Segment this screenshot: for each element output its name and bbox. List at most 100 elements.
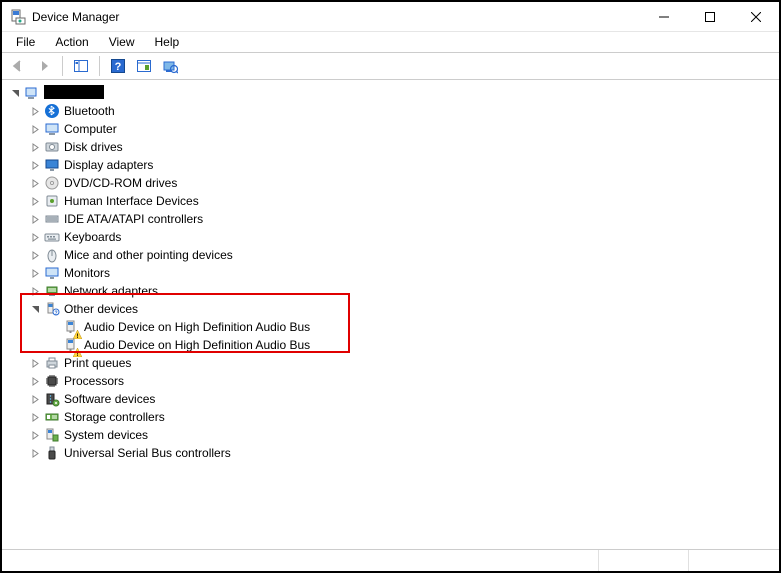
tree-category-display-adapters[interactable]: Display adapters bbox=[28, 156, 159, 174]
expand-toggle[interactable] bbox=[28, 230, 42, 244]
tree-category-bluetooth[interactable]: Bluetooth bbox=[28, 102, 121, 120]
status-pane bbox=[689, 550, 779, 571]
tree-category-dvd-cd-rom-drives[interactable]: DVD/CD-ROM drives bbox=[28, 174, 183, 192]
expand-toggle[interactable] bbox=[28, 428, 42, 442]
collapse-toggle[interactable] bbox=[28, 302, 42, 316]
expand-toggle[interactable] bbox=[28, 248, 42, 262]
expand-toggle[interactable] bbox=[28, 122, 42, 136]
tree-node-label: Keyboards bbox=[64, 230, 121, 244]
tree-category-ide-ata-atapi-controllers[interactable]: IDE ATA/ATAPI controllers bbox=[28, 210, 209, 228]
bluetooth-icon bbox=[44, 103, 60, 119]
processor-icon bbox=[44, 373, 60, 389]
storage-icon bbox=[44, 409, 60, 425]
menu-help[interactable]: Help bbox=[147, 33, 188, 51]
tree-node-label: Processors bbox=[64, 374, 124, 388]
statusbar bbox=[2, 549, 779, 571]
unknown-warn-icon: ! bbox=[64, 337, 80, 353]
titlebar: Device Manager bbox=[2, 2, 779, 32]
device-tree-pane[interactable]: Bluetooth Computer Disk drivesDisplay adap… bbox=[2, 80, 779, 549]
printer-icon bbox=[44, 355, 60, 371]
tree-node-label: Computer bbox=[64, 122, 117, 136]
toolbar: ? bbox=[2, 52, 779, 80]
maximize-button[interactable] bbox=[687, 2, 733, 32]
back-button[interactable] bbox=[6, 54, 30, 78]
keyboard-icon bbox=[44, 229, 60, 245]
show-hide-tree-button[interactable] bbox=[69, 54, 93, 78]
expand-toggle[interactable] bbox=[28, 176, 42, 190]
tree-node-label bbox=[44, 85, 104, 102]
expand-toggle[interactable] bbox=[28, 104, 42, 118]
tree-category-universal-serial-bus-controllers[interactable]: Universal Serial Bus controllers bbox=[28, 444, 237, 462]
expand-toggle[interactable] bbox=[28, 356, 42, 370]
expand-toggle[interactable] bbox=[28, 374, 42, 388]
tree-node-label: Audio Device on High Definition Audio Bu… bbox=[84, 338, 310, 352]
app-icon bbox=[10, 9, 26, 25]
usb-icon bbox=[44, 445, 60, 461]
tree-category-processors[interactable]: Processors bbox=[28, 372, 130, 390]
ide-icon bbox=[44, 211, 60, 227]
monitor-icon bbox=[44, 265, 60, 281]
tree-node-label: System devices bbox=[64, 428, 148, 442]
tree-node-label: Audio Device on High Definition Audio Bu… bbox=[84, 320, 310, 334]
menu-view[interactable]: View bbox=[101, 33, 143, 51]
tree-category-print-queues[interactable]: Print queues bbox=[28, 354, 137, 372]
tree-category-monitors[interactable]: Monitors bbox=[28, 264, 116, 282]
menu-file[interactable]: File bbox=[8, 33, 43, 51]
computer-root-icon bbox=[24, 85, 40, 101]
tree-category-computer[interactable]: Computer bbox=[28, 120, 123, 138]
tree-node-label: Storage controllers bbox=[64, 410, 165, 424]
expand-toggle[interactable] bbox=[28, 284, 42, 298]
expand-toggle[interactable] bbox=[28, 446, 42, 460]
software-icon bbox=[44, 391, 60, 407]
tree-category-software-devices[interactable]: Software devices bbox=[28, 390, 161, 408]
window-controls bbox=[641, 2, 779, 32]
tree-category-other-devices[interactable]: ? Other devices bbox=[28, 300, 144, 318]
help-button[interactable]: ? bbox=[106, 54, 130, 78]
tree-node-label: DVD/CD-ROM drives bbox=[64, 176, 177, 190]
hid-icon bbox=[44, 193, 60, 209]
close-button[interactable] bbox=[733, 2, 779, 32]
network-icon bbox=[44, 283, 60, 299]
tree-category-disk-drives[interactable]: Disk drives bbox=[28, 138, 129, 156]
status-pane bbox=[2, 550, 599, 571]
computer-name-redacted bbox=[44, 85, 104, 99]
device-manager-window: Device Manager File Action View Help bbox=[0, 0, 781, 573]
minimize-button[interactable] bbox=[641, 2, 687, 32]
computer-icon bbox=[44, 121, 60, 137]
display-icon bbox=[44, 157, 60, 173]
tree-category-storage-controllers[interactable]: Storage controllers bbox=[28, 408, 171, 426]
collapse-toggle[interactable] bbox=[8, 86, 22, 100]
unknown-warn-icon: ! bbox=[64, 319, 80, 335]
svg-text:?: ? bbox=[115, 61, 122, 73]
tree-category-keyboards[interactable]: Keyboards bbox=[28, 228, 127, 246]
action-center-button[interactable] bbox=[132, 54, 156, 78]
expand-toggle[interactable] bbox=[28, 266, 42, 280]
window-title: Device Manager bbox=[32, 10, 119, 24]
scan-hardware-button[interactable] bbox=[158, 54, 182, 78]
tree-node-label: Monitors bbox=[64, 266, 110, 280]
menubar: File Action View Help bbox=[2, 32, 779, 52]
expand-toggle[interactable] bbox=[28, 140, 42, 154]
menu-action[interactable]: Action bbox=[47, 33, 96, 51]
expand-toggle[interactable] bbox=[28, 212, 42, 226]
tree-device-item[interactable]: ! Audio Device on High Definition Audio B… bbox=[48, 336, 316, 354]
tree-category-system-devices[interactable]: System devices bbox=[28, 426, 154, 444]
tree-node-label: IDE ATA/ATAPI controllers bbox=[64, 212, 203, 226]
tree-device-item[interactable]: ! Audio Device on High Definition Audio B… bbox=[48, 318, 316, 336]
toolbar-separator bbox=[62, 56, 63, 76]
tree-node-label: Mice and other pointing devices bbox=[64, 248, 233, 262]
forward-button[interactable] bbox=[32, 54, 56, 78]
svg-text:?: ? bbox=[54, 311, 57, 317]
tree-category-human-interface-devices[interactable]: Human Interface Devices bbox=[28, 192, 205, 210]
tree-category-network-adapters[interactable]: Network adapters bbox=[28, 282, 164, 300]
tree-node-label: Other devices bbox=[64, 302, 138, 316]
mouse-icon bbox=[44, 247, 60, 263]
tree-root-node[interactable] bbox=[8, 84, 110, 102]
tree-category-mice-and-other-pointing-devices[interactable]: Mice and other pointing devices bbox=[28, 246, 239, 264]
expand-toggle[interactable] bbox=[28, 410, 42, 424]
tree-node-label: Software devices bbox=[64, 392, 155, 406]
status-pane bbox=[599, 550, 689, 571]
expand-toggle[interactable] bbox=[28, 158, 42, 172]
expand-toggle[interactable] bbox=[28, 392, 42, 406]
expand-toggle[interactable] bbox=[28, 194, 42, 208]
